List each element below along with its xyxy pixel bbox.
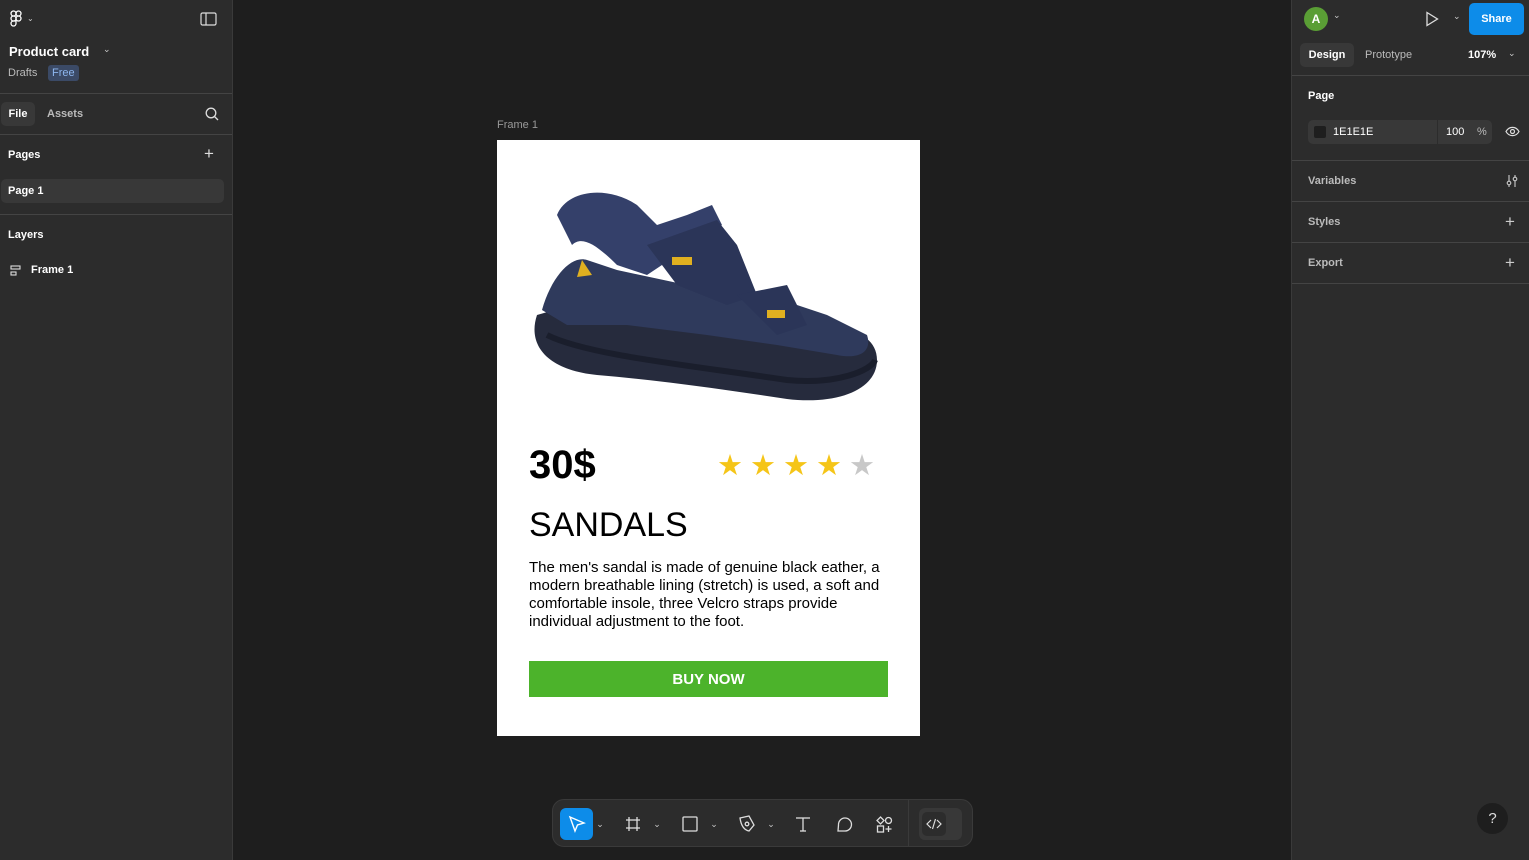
- figma-logo-icon: [10, 10, 22, 27]
- opacity-value[interactable]: 100: [1446, 126, 1464, 138]
- chevron-down-icon[interactable]: ⌄: [709, 808, 719, 840]
- rectangle-tool-button[interactable]: [678, 808, 702, 840]
- chevron-down-icon[interactable]: ⌄: [1453, 11, 1461, 22]
- tab-assets[interactable]: Assets: [47, 108, 83, 120]
- color-hex[interactable]: 1E1E1E: [1333, 126, 1373, 138]
- location-label[interactable]: Drafts: [8, 67, 37, 79]
- pen-tool-button[interactable]: [735, 808, 759, 840]
- page-color-field[interactable]: 1E1E1E 100 %: [1308, 120, 1492, 144]
- styles-section[interactable]: Styles: [1308, 216, 1340, 228]
- product-card-frame[interactable]: 30$ ★ ★ ★ ★ ★ SANDALS The men's sandal is ma…: [497, 140, 920, 736]
- product-title: SANDALS: [529, 506, 688, 544]
- chevron-down-icon[interactable]: ⌄: [595, 808, 605, 840]
- cursor-arrow-icon: [568, 815, 586, 833]
- percent-label: %: [1477, 126, 1487, 138]
- comment-icon: [836, 816, 852, 832]
- rating-stars: ★ ★ ★ ★ ★: [717, 448, 875, 483]
- page-item[interactable]: Page 1: [1, 179, 224, 203]
- variables-sliders-icon[interactable]: [1505, 174, 1519, 188]
- sandal-image: [534, 192, 878, 401]
- rectangle-icon: [682, 816, 698, 832]
- left-panel: ⌄ Product card ⌄ Drafts Free File Assets…: [0, 0, 233, 860]
- plan-badge: Free: [48, 65, 79, 81]
- frame-label[interactable]: Frame 1: [497, 119, 538, 131]
- price: 30$: [529, 443, 596, 487]
- eye-icon[interactable]: [1505, 126, 1520, 137]
- tab-design[interactable]: Design: [1300, 43, 1354, 67]
- tab-file[interactable]: File: [1, 102, 35, 126]
- code-icon: [922, 812, 946, 836]
- frame-tool-button[interactable]: [621, 808, 645, 840]
- chevron-down-icon[interactable]: ⌄: [1333, 10, 1341, 21]
- file-title[interactable]: Product card: [9, 44, 89, 59]
- star-filled-icon: ★: [816, 450, 842, 482]
- actions-tool-button[interactable]: [872, 808, 896, 840]
- chevron-down-icon[interactable]: ⌄: [652, 808, 662, 840]
- share-button[interactable]: Share: [1469, 3, 1524, 35]
- layer-item[interactable]: Frame 1: [10, 264, 73, 276]
- text-tool-button[interactable]: [791, 808, 815, 840]
- move-tool-button[interactable]: [560, 808, 593, 840]
- help-button[interactable]: ?: [1477, 803, 1508, 834]
- star-filled-icon: ★: [750, 450, 776, 482]
- pages-heading: Pages: [8, 149, 41, 161]
- dev-mode-toggle[interactable]: [919, 808, 962, 840]
- chevron-down-icon: ⌄: [27, 14, 34, 23]
- color-swatch[interactable]: [1314, 126, 1326, 138]
- product-description: The men's sandal is made of genuine blac…: [529, 559, 880, 630]
- frame-layout-icon: [10, 264, 21, 276]
- bottom-toolbar: ⌄ ⌄ ⌄ ⌄: [552, 799, 973, 847]
- main-menu-button[interactable]: ⌄: [9, 10, 34, 27]
- star-filled-icon: ★: [717, 450, 743, 482]
- avatar[interactable]: A: [1304, 7, 1328, 31]
- chevron-down-icon[interactable]: ⌄: [766, 808, 776, 840]
- toggle-sidebar-icon[interactable]: [200, 12, 217, 26]
- comment-tool-button[interactable]: [832, 808, 856, 840]
- layer-label: Frame 1: [31, 264, 74, 276]
- pen-icon: [739, 815, 755, 832]
- layers-heading: Layers: [8, 229, 44, 241]
- search-icon[interactable]: [205, 107, 219, 121]
- add-page-icon[interactable]: +: [204, 145, 214, 162]
- variables-section[interactable]: Variables: [1308, 175, 1356, 187]
- chevron-down-icon[interactable]: ⌄: [1508, 48, 1516, 59]
- play-icon[interactable]: [1425, 11, 1439, 27]
- buy-now-button[interactable]: BUY NOW: [529, 661, 888, 697]
- star-empty-icon: ★: [849, 450, 875, 482]
- zoom-level[interactable]: 107%: [1468, 49, 1496, 61]
- export-section[interactable]: Export: [1308, 257, 1343, 269]
- tab-prototype[interactable]: Prototype: [1365, 49, 1412, 61]
- star-filled-icon: ★: [783, 450, 809, 482]
- right-panel: A ⌄ ⌄ Share Design Prototype 107% ⌄ Page…: [1291, 0, 1529, 860]
- page-heading: Page: [1308, 90, 1335, 102]
- add-export-icon[interactable]: +: [1505, 253, 1515, 273]
- frame-hash-icon: [626, 817, 640, 831]
- text-icon: [796, 817, 810, 832]
- add-style-icon[interactable]: +: [1505, 212, 1515, 232]
- shapes-plus-icon: [875, 815, 892, 833]
- chevron-down-icon[interactable]: ⌄: [103, 44, 111, 55]
